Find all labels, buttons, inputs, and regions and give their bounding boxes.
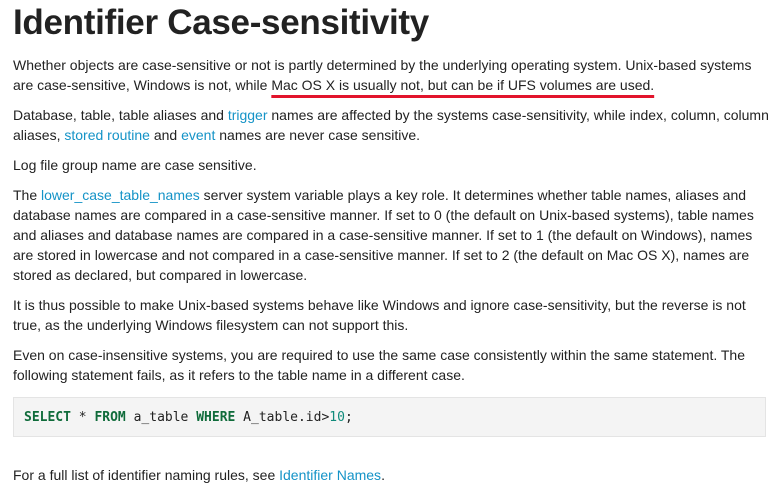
paragraph-unix-behave: It is thus possible to make Unix-based s… — [13, 297, 746, 333]
code-number: 10 — [329, 409, 345, 425]
code-text: * — [70, 409, 95, 425]
paragraph-lower-case-table-names: The lower_case_table_names server system… — [13, 185, 769, 285]
paragraph-text: and — [149, 127, 182, 143]
code-text: A_table.id> — [235, 409, 330, 425]
link-stored-routine[interactable]: stored routine — [64, 127, 150, 143]
link-event[interactable]: event — [181, 127, 215, 143]
paragraph-full-list: For a full list of identifier naming rul… — [13, 465, 769, 485]
paragraph-text: For a full list of identifier naming rul… — [13, 467, 280, 483]
paragraph-text: Database, table, table aliases and — [13, 107, 228, 123]
paragraph-os-case: Whether objects are case-sensitive or no… — [13, 55, 769, 95]
paragraph-text: names are never case sensitive. — [215, 127, 421, 143]
code-keyword-where: WHERE — [196, 409, 236, 425]
link-identifier-names[interactable]: Identifier Names — [279, 467, 381, 483]
paragraph-text: The — [13, 187, 42, 203]
code-block: SELECT * FROM a_table WHERE A_table.id> 1… — [13, 397, 766, 437]
paragraph-same-case: Even on case-insensitive systems, you ar… — [13, 347, 745, 383]
code-text: ; — [344, 409, 353, 425]
link-trigger[interactable]: trigger — [228, 107, 268, 123]
link-lower-case-table-names[interactable]: lower_case_table_names — [41, 187, 200, 203]
article: Identifier Case-sensitivity Whether obje… — [13, 0, 769, 485]
paragraph-text: . — [381, 467, 385, 483]
page-title: Identifier Case-sensitivity — [13, 3, 429, 42]
paragraph-log-file-group: Log file group name are case sensitive. — [13, 157, 257, 173]
code-keyword-select: SELECT — [24, 409, 71, 425]
paragraph-affected-names: Database, table, table aliases and trigg… — [13, 105, 769, 145]
highlighted-text: Mac OS X is usually not, but can be if U… — [271, 77, 655, 93]
code-keyword-from: FROM — [94, 409, 126, 425]
code-text: a_table — [125, 409, 197, 425]
